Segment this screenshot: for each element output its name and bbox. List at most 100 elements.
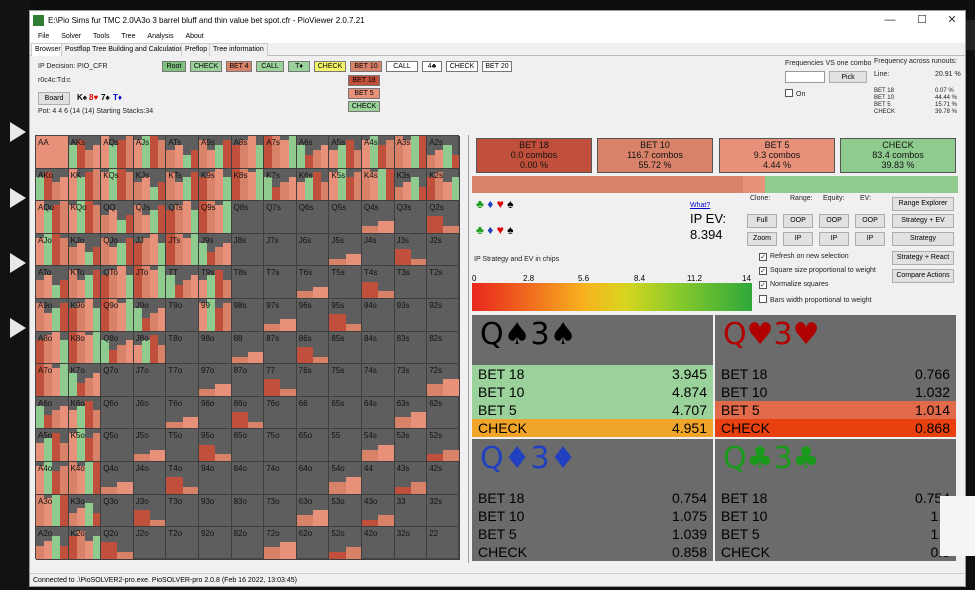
hand-cell[interactable]: 84s <box>362 331 395 365</box>
diamond-icon[interactable]: ♦ <box>487 223 493 237</box>
hand-cell[interactable]: J8o <box>133 331 167 365</box>
maximize-button[interactable]: ☐ <box>907 11 937 30</box>
club-icon[interactable]: ♣ <box>476 197 484 211</box>
hand-cell[interactable]: JJ <box>133 233 167 267</box>
hand-cell[interactable]: 63s <box>394 396 428 430</box>
hand-cell[interactable]: T3o <box>166 494 199 528</box>
hand-cell[interactable]: 83o <box>231 494 265 528</box>
hand-cell[interactable]: K6s <box>296 168 330 202</box>
hand-cell[interactable]: Q9o <box>101 299 134 332</box>
hand-cell[interactable]: 85o <box>231 429 265 462</box>
board-button[interactable]: Board <box>38 92 70 105</box>
hand-cell[interactable]: ATs <box>166 136 199 169</box>
tree-node-8[interactable]: 4♣ <box>422 61 442 72</box>
hand-cell[interactable]: AKo <box>36 168 69 202</box>
hand-cell[interactable]: J4s <box>362 233 395 267</box>
suit-filter[interactable]: ♣ ♦ ♥ ♠ <box>476 198 514 211</box>
hand-cell[interactable]: K3s <box>394 168 428 202</box>
hand-cell[interactable]: 74o <box>264 462 297 495</box>
hand-cell[interactable]: T5s <box>329 266 362 299</box>
hand-cell[interactable]: KJo <box>68 233 102 267</box>
menu-tree[interactable]: Tree <box>121 30 135 43</box>
strategy-ev-button[interactable]: Strategy + EV <box>892 214 954 228</box>
hand-cell[interactable]: K9s <box>199 168 232 202</box>
menu-analysis[interactable]: Analysis <box>147 30 173 43</box>
range-oop-button[interactable]: OOP <box>783 214 813 228</box>
tree-node-5[interactable]: CHECK <box>314 61 346 72</box>
hand-cell[interactable]: 76s <box>296 364 330 397</box>
hand-cell[interactable]: K5s <box>329 168 362 202</box>
hand-cell[interactable]: 65o <box>296 429 330 462</box>
hand-cell[interactable]: 75o <box>264 429 297 462</box>
tree-subnode-1[interactable]: BET 5 <box>348 88 380 99</box>
hand-cell[interactable]: 52o <box>329 527 362 560</box>
hand-cell[interactable]: T3s <box>394 266 428 299</box>
hand-cell[interactable]: Q8o <box>101 331 134 365</box>
hand-cell[interactable]: A7o <box>36 364 69 397</box>
hand-cell[interactable]: 76o <box>264 396 297 430</box>
combo-panel-0[interactable]: Q♠3♠ BET 18 3.945 BET 10 4.874 BET 5 4.707 CHEC… <box>472 315 713 437</box>
hand-cell[interactable]: 33 <box>394 494 428 528</box>
on-checkbox[interactable]: On <box>785 89 805 98</box>
hand-cell[interactable]: JTo <box>133 266 167 299</box>
hand-cell[interactable]: T2s <box>427 266 460 299</box>
hand-cell[interactable]: T4o <box>166 462 199 495</box>
hand-cell[interactable]: 64s <box>362 396 395 430</box>
hand-cell[interactable]: 53o <box>329 494 362 528</box>
hand-cell[interactable]: J6s <box>296 233 330 267</box>
hand-cell[interactable]: Q8s <box>231 201 265 234</box>
hand-cell[interactable]: 43o <box>362 494 395 528</box>
hand-cell[interactable]: 93s <box>394 299 428 332</box>
hand-cell[interactable]: AJs <box>133 136 167 169</box>
hand-cell[interactable]: T2o <box>166 527 199 560</box>
hand-cell[interactable]: J7s <box>264 233 297 267</box>
hand-cell[interactable]: T5o <box>166 429 199 462</box>
hand-cell[interactable]: 53s <box>394 429 428 462</box>
hand-cell[interactable]: 95s <box>329 299 362 332</box>
refresh-checkbox[interactable]: ✓ Refresh on new selection <box>759 253 849 261</box>
hand-cell[interactable]: KTo <box>68 266 102 299</box>
hand-cell[interactable]: K9o <box>68 299 102 332</box>
range-grid[interactable]: AA AKs AQs AJs ATs A9s A8s A7s A6s A5s A4s A3s A2s AK… <box>35 135 460 560</box>
hand-cell[interactable]: 88 <box>231 331 265 365</box>
hand-cell[interactable]: KQs <box>101 168 134 202</box>
hand-cell[interactable]: A8s <box>231 136 265 169</box>
hand-cell[interactable]: K2s <box>427 168 460 202</box>
menu-tools[interactable]: Tools <box>93 30 109 43</box>
hand-cell[interactable]: 54s <box>362 429 395 462</box>
strategy-react-button[interactable]: Strategy + React <box>892 251 954 265</box>
hand-cell[interactable]: 94s <box>362 299 395 332</box>
hand-cell[interactable]: ATo <box>36 266 69 299</box>
hand-cell[interactable]: K5o <box>68 429 102 462</box>
hand-cell[interactable]: T4s <box>362 266 395 299</box>
hand-cell[interactable]: J5s <box>329 233 362 267</box>
hand-cell[interactable]: T6s <box>296 266 330 299</box>
combo-panel-3[interactable]: Q♣3♣ BET 180.754BET 101.0BET 51.0CHECK0.8 <box>715 439 956 561</box>
hand-cell[interactable]: 98s <box>231 299 265 332</box>
tab-preflop[interactable]: Preflop <box>181 43 212 56</box>
tree-subnode-0[interactable]: BET 18 <box>348 75 380 86</box>
hand-cell[interactable]: K8o <box>68 331 102 365</box>
tree-node-3[interactable]: CALL <box>256 61 284 72</box>
hand-cell[interactable]: Q2o <box>101 527 134 560</box>
hand-cell[interactable]: J4o <box>133 462 167 495</box>
hand-cell[interactable]: 32s <box>427 494 460 528</box>
hand-cell[interactable]: 82s <box>427 331 460 365</box>
hand-cell[interactable]: AJo <box>36 233 69 267</box>
square-size-checkbox[interactable]: ✓ Square size proportional to weight <box>759 267 876 275</box>
hand-cell[interactable]: K4o <box>68 462 102 495</box>
hand-cell[interactable]: J5o <box>133 429 167 462</box>
hand-cell[interactable]: A8o <box>36 331 69 365</box>
hand-cell[interactable]: Q7s <box>264 201 297 234</box>
hand-cell[interactable]: J7o <box>133 364 167 397</box>
hand-cell[interactable]: 52s <box>427 429 460 462</box>
hand-cell[interactable]: Q5o <box>101 429 134 462</box>
hand-cell[interactable]: J2s <box>427 233 460 267</box>
hand-cell[interactable]: AKs <box>68 136 102 169</box>
tab-browser[interactable]: Browser <box>31 43 65 56</box>
tab-postflop-tree[interactable]: Postflop Tree Building and Calculations <box>61 43 191 56</box>
hand-cell[interactable]: 42o <box>362 527 395 560</box>
combo-input[interactable] <box>785 71 825 83</box>
hand-cell[interactable]: A5s <box>329 136 362 169</box>
hand-cell[interactable]: 99 <box>199 299 232 332</box>
